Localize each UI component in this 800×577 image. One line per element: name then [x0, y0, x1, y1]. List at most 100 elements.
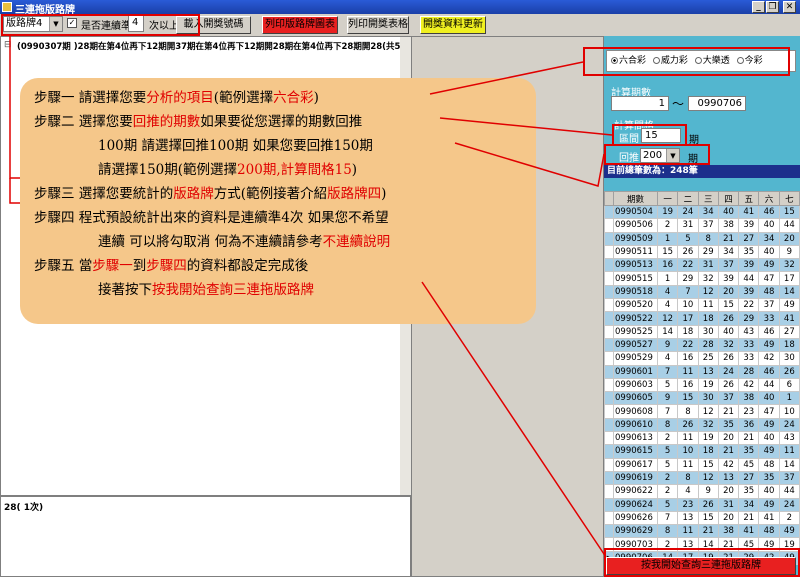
draw-number-cell[interactable]: 49 [758, 497, 780, 512]
draw-period-cell[interactable]: 0990603 [613, 377, 658, 393]
tree-root-text[interactable]: (0990307期 )28期在第4位再下12期開37期在第4位再下12期開28期… [17, 40, 413, 52]
draw-number-cell[interactable]: 2 [778, 510, 800, 526]
draw-period-cell[interactable]: 0990522 [613, 311, 658, 326]
draw-number-cell[interactable]: 49 [758, 258, 780, 273]
draw-number-cell[interactable]: 15 [697, 510, 719, 526]
draw-number-cell[interactable]: 41 [738, 204, 760, 220]
draw-number-cell[interactable]: 42 [758, 351, 780, 366]
draw-number-cell[interactable]: 24 [717, 364, 740, 379]
row-selector[interactable] [604, 298, 614, 313]
draw-number-cell[interactable]: 5 [656, 497, 679, 512]
draw-number-cell[interactable]: 5 [656, 457, 679, 472]
draw-number-cell[interactable]: 11 [677, 364, 699, 379]
row-selector[interactable] [604, 271, 614, 286]
draw-number-cell[interactable]: 1 [656, 231, 679, 246]
table-row[interactable]: 0990527 9 22 28 32 33 49 18 [604, 337, 800, 353]
draw-number-cell[interactable]: 30 [697, 391, 719, 406]
draw-number-cell[interactable]: 39 [717, 271, 740, 286]
draw-number-cell[interactable]: 8 [677, 470, 699, 486]
draw-period-cell[interactable]: 0990518 [613, 284, 658, 300]
draw-number-cell[interactable]: 31 [717, 497, 740, 512]
draw-number-cell[interactable]: 4 [656, 298, 679, 313]
draw-period-cell[interactable]: 0990513 [613, 258, 658, 273]
draw-number-cell[interactable]: 9 [656, 391, 679, 406]
draw-number-cell[interactable]: 48 [758, 457, 780, 472]
draw-number-cell[interactable]: 7 [677, 284, 699, 300]
draw-number-cell[interactable]: 27 [738, 231, 760, 246]
draw-number-cell[interactable]: 42 [738, 377, 760, 393]
draw-number-cell[interactable]: 40 [758, 218, 780, 233]
draw-number-cell[interactable]: 1 [778, 391, 800, 406]
column-header[interactable]: 三 [697, 191, 719, 206]
draw-period-cell[interactable]: 0990629 [613, 524, 658, 539]
draw-number-cell[interactable]: 12 [697, 470, 719, 486]
table-row[interactable]: 0990624 5 23 26 31 34 49 24 [604, 497, 800, 512]
draw-number-cell[interactable]: 18 [677, 324, 699, 339]
draw-number-cell[interactable]: 37 [717, 391, 740, 406]
draw-number-cell[interactable]: 12 [697, 284, 719, 300]
table-row[interactable]: 0990529 4 16 25 26 33 42 30 [604, 351, 800, 366]
draw-number-cell[interactable]: 16 [656, 258, 679, 273]
draw-period-cell[interactable]: 0990506 [613, 218, 658, 233]
draw-period-cell[interactable]: 0990515 [613, 271, 658, 286]
row-selector[interactable] [604, 444, 614, 459]
draw-number-cell[interactable]: 9 [656, 337, 679, 353]
restore-button[interactable]: ❐ [766, 1, 779, 13]
period-from-input[interactable]: 1 [611, 96, 669, 111]
draw-number-cell[interactable]: 32 [717, 337, 740, 353]
draw-period-cell[interactable]: 0990617 [613, 457, 658, 472]
row-selector[interactable] [604, 337, 614, 353]
draw-period-cell[interactable]: 0990610 [613, 417, 658, 433]
draw-period-cell[interactable]: 0990608 [613, 404, 658, 419]
draw-number-cell[interactable]: 4 [656, 351, 679, 366]
draw-number-cell[interactable]: 38 [738, 391, 760, 406]
draw-number-cell[interactable]: 21 [717, 404, 740, 419]
draw-number-cell[interactable]: 4 [656, 284, 679, 300]
draw-number-cell[interactable]: 18 [697, 444, 719, 459]
draw-number-cell[interactable]: 20 [717, 431, 740, 446]
draw-number-cell[interactable]: 23 [738, 404, 760, 419]
draw-number-cell[interactable]: 5 [656, 444, 679, 459]
draw-number-cell[interactable]: 37 [717, 258, 740, 273]
draw-number-cell[interactable]: 7 [656, 510, 679, 526]
draw-number-cell[interactable]: 20 [717, 510, 740, 526]
draw-number-cell[interactable]: 10 [677, 444, 699, 459]
draw-number-cell[interactable]: 30 [778, 351, 800, 366]
draw-number-cell[interactable]: 8 [656, 417, 679, 433]
draw-number-cell[interactable]: 49 [758, 337, 780, 353]
draw-number-cell[interactable]: 28 [697, 337, 719, 353]
draw-period-cell[interactable]: 0990619 [613, 470, 658, 486]
draw-number-cell[interactable]: 26 [778, 364, 800, 379]
draw-number-cell[interactable]: 11 [677, 431, 699, 446]
draw-number-cell[interactable]: 35 [758, 470, 780, 486]
draw-period-cell[interactable]: 0990605 [613, 391, 658, 406]
draw-number-cell[interactable]: 41 [738, 524, 760, 539]
draw-number-cell[interactable]: 15 [697, 457, 719, 472]
column-header[interactable]: 四 [717, 191, 740, 206]
draw-period-cell[interactable]: 0990529 [613, 351, 658, 366]
draw-number-cell[interactable]: 20 [778, 231, 800, 246]
draw-number-cell[interactable]: 11 [677, 524, 699, 539]
draw-number-cell[interactable]: 28 [738, 364, 760, 379]
draw-number-cell[interactable]: 21 [697, 524, 719, 539]
draw-number-cell[interactable]: 14 [778, 457, 800, 472]
row-selector[interactable] [604, 391, 614, 406]
draw-number-cell[interactable]: 34 [717, 244, 740, 260]
row-selector[interactable] [604, 284, 614, 300]
draw-number-cell[interactable]: 10 [677, 298, 699, 313]
column-header[interactable]: 六 [758, 191, 780, 206]
draw-number-cell[interactable]: 31 [677, 218, 699, 233]
draw-number-cell[interactable]: 44 [738, 271, 760, 286]
draw-number-cell[interactable]: 44 [778, 218, 800, 233]
table-row[interactable]: 0990608 7 8 12 21 23 47 10 [604, 404, 800, 419]
draw-number-cell[interactable]: 33 [738, 351, 760, 366]
draw-number-cell[interactable]: 21 [738, 510, 760, 526]
draw-period-cell[interactable]: 0990624 [613, 497, 658, 512]
draw-number-cell[interactable]: 27 [778, 324, 800, 339]
draw-period-cell[interactable]: 0990527 [613, 337, 658, 353]
draw-number-cell[interactable]: 40 [717, 324, 740, 339]
draw-period-cell[interactable]: 0990622 [613, 484, 658, 499]
row-selector[interactable] [604, 417, 614, 433]
table-row[interactable]: 0990626 7 13 15 20 21 41 2 [604, 510, 800, 526]
row-selector[interactable] [604, 244, 614, 260]
